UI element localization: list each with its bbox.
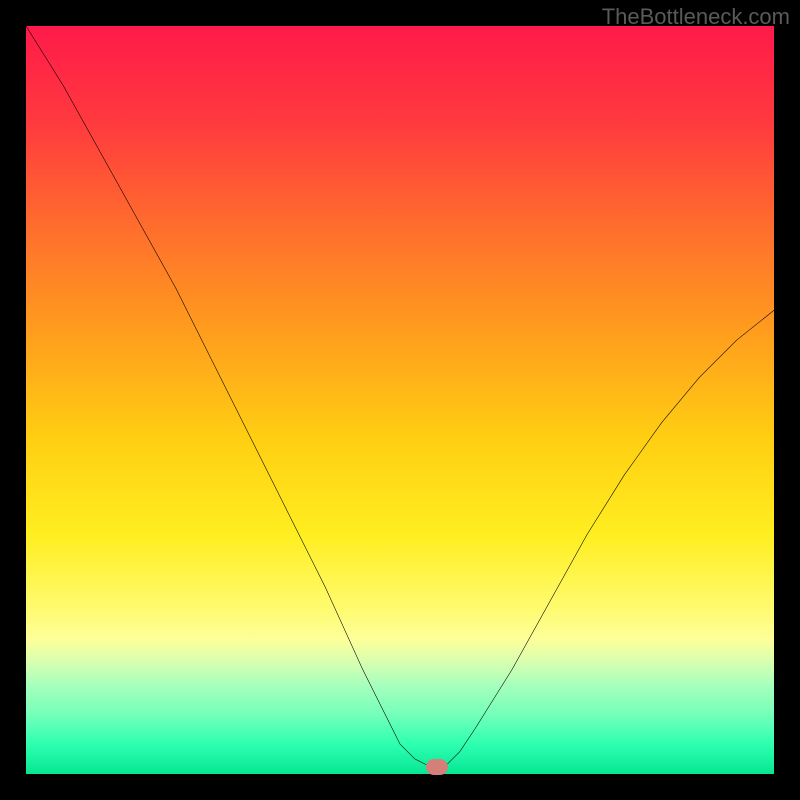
- bottleneck-curve-path: [26, 26, 774, 767]
- bottleneck-curve-svg: [26, 26, 774, 774]
- current-config-marker: [426, 759, 448, 775]
- watermark-text: TheBottleneck.com: [602, 4, 790, 30]
